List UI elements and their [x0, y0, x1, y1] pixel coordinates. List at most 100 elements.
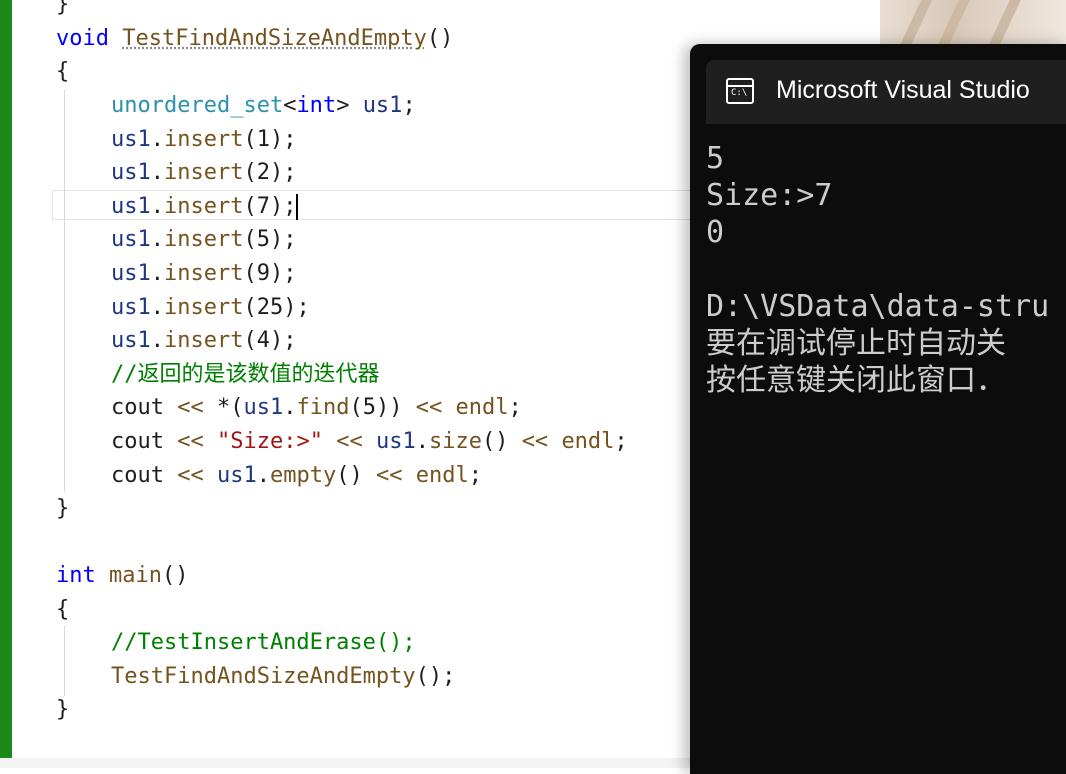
- code-token: cout: [111, 429, 178, 454]
- code-token: unordered_set: [111, 93, 284, 118]
- code-token: us1: [111, 160, 151, 185]
- code-token: <<: [177, 429, 204, 454]
- code-line[interactable]: void TestFindAndSizeAndEmpty(): [56, 22, 453, 56]
- code-line-content: }: [56, 697, 69, 722]
- code-token: insert: [164, 295, 244, 320]
- code-token: ;: [614, 429, 628, 454]
- code-line[interactable]: {: [56, 55, 69, 89]
- code-line[interactable]: us1.insert(4);: [56, 324, 296, 358]
- code-token: find: [296, 395, 350, 420]
- code-token: us1: [216, 463, 257, 488]
- code-token: TestFindAndSizeAndEmpty: [122, 26, 427, 51]
- code-token: <<: [336, 429, 363, 454]
- code-line[interactable]: unordered_set<int> us1;: [56, 89, 416, 123]
- code-token: }: [56, 0, 70, 17]
- code-line[interactable]: us1.insert(5);: [56, 223, 296, 257]
- console-title: Microsoft Visual Studio: [776, 76, 1030, 104]
- code-token: (25);: [243, 295, 310, 320]
- code-token: size: [428, 429, 482, 454]
- code-line[interactable]: cout << *(us1.find(5)) << endl;: [56, 391, 522, 425]
- code-line[interactable]: us1.insert(25);: [56, 291, 310, 325]
- code-token: (2);: [243, 160, 297, 185]
- code-line[interactable]: }: [56, 693, 69, 727]
- code-line[interactable]: //返回的是该数值的迭代器: [56, 358, 380, 392]
- code-line[interactable]: TestFindAndSizeAndEmpty();: [56, 660, 455, 694]
- code-token: endl: [561, 429, 615, 454]
- console-titlebar[interactable]: C:\ Microsoft Visual Studio: [706, 60, 1066, 124]
- code-line-content: us1.insert(1);: [111, 127, 296, 152]
- code-token: main: [109, 563, 162, 588]
- code-token: ;: [402, 93, 416, 118]
- code-token: (): [336, 463, 376, 488]
- code-token: endl: [415, 463, 469, 488]
- code-token: empty: [269, 463, 337, 488]
- code-line-content: {: [56, 597, 69, 622]
- code-line-content: {: [56, 59, 69, 84]
- code-token: .: [150, 194, 164, 219]
- code-line-content: cout << "Size:>" << us1.size() << endl;: [111, 429, 628, 454]
- code-token: int: [56, 563, 96, 588]
- change-indicator-bar: [0, 0, 12, 760]
- code-token: {: [56, 597, 70, 622]
- code-line[interactable]: {: [56, 593, 69, 627]
- console-output: 5 Size:>7 0 D:\VSData\data-stru 要在调试停止时自…: [706, 141, 1050, 398]
- code-token: us1: [375, 429, 416, 454]
- code-token: }: [56, 496, 70, 521]
- code-token: >: [336, 93, 363, 118]
- code-line[interactable]: us1.insert(7);: [56, 190, 299, 224]
- code-line[interactable]: us1.insert(1);: [56, 123, 296, 157]
- code-line[interactable]: cout << us1.empty() << endl;: [56, 459, 482, 493]
- console-window[interactable]: C:\ Microsoft Visual Studio 5 Size:>7 0 …: [690, 44, 1066, 774]
- code-line[interactable]: }: [56, 0, 69, 22]
- code-token: void: [56, 26, 109, 51]
- code-line[interactable]: }: [56, 492, 69, 526]
- code-token: .: [256, 463, 270, 488]
- code-line-content: cout << us1.empty() << endl;: [111, 463, 482, 488]
- code-line[interactable]: int main(): [56, 559, 188, 593]
- code-line-content: us1.insert(5);: [111, 227, 296, 252]
- code-token: (7);: [243, 194, 297, 219]
- code-token: (5)): [349, 395, 416, 420]
- code-token: us1: [111, 295, 151, 320]
- code-line-content: cout << *(us1.find(5)) << endl;: [111, 395, 522, 420]
- code-line-content: us1.insert(7);: [111, 194, 299, 220]
- code-token: <: [283, 93, 297, 118]
- code-token: "Size:>": [216, 429, 323, 454]
- code-token: insert: [164, 194, 244, 219]
- code-line-content: unordered_set<int> us1;: [111, 93, 416, 118]
- code-token: us1: [111, 328, 151, 353]
- code-token: .: [150, 160, 164, 185]
- code-token: (4);: [243, 328, 297, 353]
- code-token: us1: [111, 194, 151, 219]
- code-token: (1);: [243, 127, 297, 152]
- code-line[interactable]: //TestInsertAndErase();: [56, 626, 416, 660]
- code-token: <<: [375, 463, 403, 488]
- code-token: cout: [111, 395, 178, 420]
- code-token: endl: [455, 395, 509, 420]
- code-token: .: [415, 429, 429, 454]
- code-line[interactable]: us1.insert(9);: [56, 257, 296, 291]
- code-line-content: }: [56, 496, 69, 521]
- code-token: //TestInsertAndErase();: [111, 630, 416, 655]
- code-line[interactable]: cout << "Size:>" << us1.size() << endl;: [56, 425, 628, 459]
- code-token: <<: [177, 463, 204, 488]
- code-line-content: void TestFindAndSizeAndEmpty(): [56, 26, 453, 51]
- code-token: <<: [521, 429, 549, 454]
- code-token: .: [150, 227, 164, 252]
- code-line-content: TestFindAndSizeAndEmpty();: [111, 664, 455, 689]
- code-token: ;: [508, 395, 522, 420]
- code-token: us1: [111, 127, 151, 152]
- code-token: us1: [111, 261, 151, 286]
- code-line-content: us1.insert(4);: [111, 328, 296, 353]
- code-token: (9);: [243, 261, 297, 286]
- code-token: us1: [111, 227, 151, 252]
- code-token: .: [283, 395, 297, 420]
- code-token: insert: [164, 227, 244, 252]
- code-token: insert: [164, 328, 244, 353]
- code-line[interactable]: us1.insert(2);: [56, 156, 296, 190]
